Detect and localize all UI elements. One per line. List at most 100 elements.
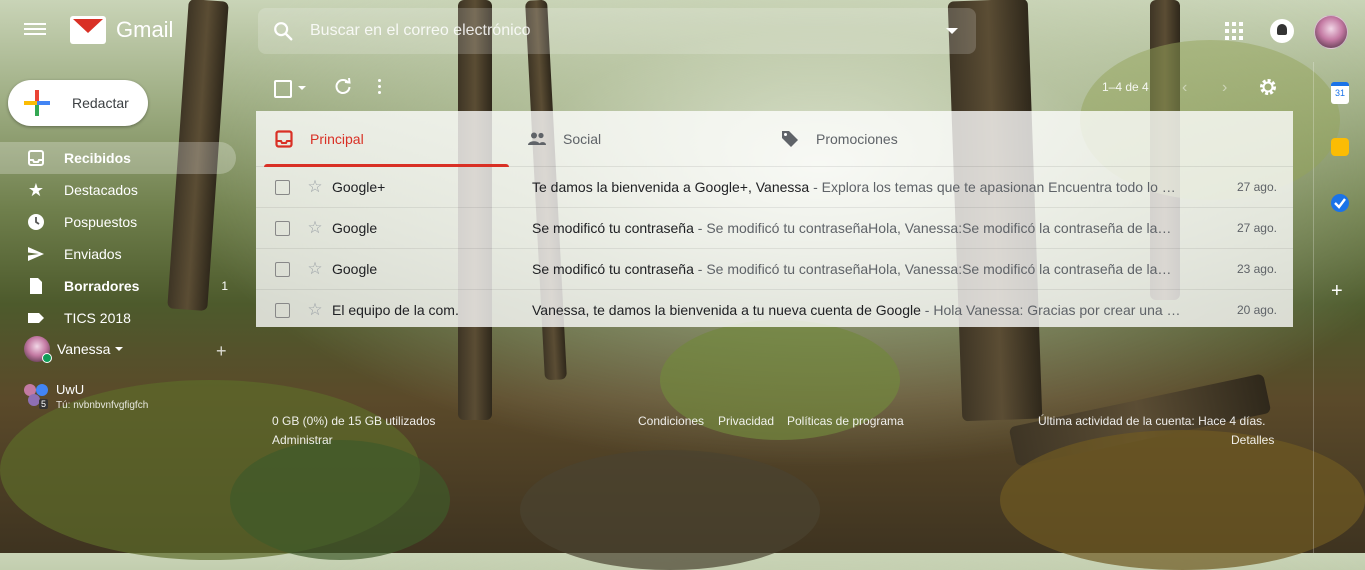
- mail-toolbar: 1–4 de 4 ‹ ›: [256, 70, 1293, 106]
- newer-chevron-right-icon[interactable]: ›: [1222, 79, 1227, 97]
- older-chevron-left-icon[interactable]: ‹: [1182, 79, 1187, 97]
- conversation-last-message: Tú: nvbnbvnfvgfigfch: [56, 400, 149, 411]
- email-date: 27 ago.: [1236, 180, 1277, 194]
- pagination-range: 1–4 de 4: [1102, 80, 1149, 94]
- email-checkbox[interactable]: [275, 179, 290, 195]
- search-icon[interactable]: [272, 20, 294, 42]
- inbox-tab-icon: [274, 129, 294, 149]
- email-sender: Google: [332, 220, 378, 236]
- storage-usage: 0 GB (0%) de 15 GB utilizados: [272, 414, 436, 428]
- email-snippet: - Hola Vanessa: Gracias por crear una …: [920, 302, 1181, 318]
- sidebar-item-label: TICS 2018: [64, 310, 131, 326]
- email-date: 23 ago.: [1236, 262, 1277, 276]
- sidebar-item-label: Recibidos: [64, 150, 131, 166]
- star-icon[interactable]: ☆: [306, 178, 324, 196]
- email-row[interactable]: ☆ Google Se modificó tu contraseña - Se …: [256, 249, 1293, 290]
- email-row[interactable]: ☆ Google Se modificó tu contraseña - Se …: [256, 208, 1293, 249]
- tab-principal[interactable]: Principal: [256, 111, 509, 167]
- email-subject: Te damos la bienvenida a Google+, Vaness…: [532, 179, 810, 195]
- send-icon: [27, 245, 45, 263]
- sidebar-item-label: Pospuestos: [64, 214, 138, 230]
- group-member-count: 5: [39, 399, 49, 409]
- search-options-chevron-down-icon[interactable]: [946, 28, 958, 34]
- hangouts-user-name: Vanessa: [57, 341, 111, 357]
- hangouts-conversation[interactable]: 5 UwU Tú: nvbnbvnfvgfigfch: [24, 382, 148, 411]
- star-icon[interactable]: ☆: [306, 301, 324, 319]
- email-checkbox[interactable]: [275, 220, 290, 236]
- label-icon: [27, 309, 45, 327]
- calendar-day: 31: [1334, 88, 1345, 98]
- sidebar-item-drafts[interactable]: Borradores 1: [0, 270, 248, 302]
- get-addons-plus-icon[interactable]: +: [1331, 280, 1343, 303]
- program-policies-link[interactable]: Políticas de programa: [787, 414, 904, 428]
- select-all-checkbox[interactable]: [274, 80, 292, 98]
- tab-promociones[interactable]: Promociones: [762, 111, 1015, 166]
- sidebar-item-inbox[interactable]: Recibidos: [0, 142, 236, 174]
- hangouts-panel: Vanessa + 5 UwU Tú: nvbnbvnfvgfigfch: [0, 330, 248, 411]
- email-date: 27 ago.: [1236, 221, 1277, 235]
- sidebar-nav: Recibidos ★ Destacados Pospuestos Enviad…: [0, 142, 248, 334]
- group-avatars: 5: [24, 382, 50, 409]
- account-avatar[interactable]: [1314, 15, 1348, 49]
- sidebar-item-label: Destacados: [64, 182, 138, 198]
- draft-icon: [27, 277, 45, 295]
- tab-social[interactable]: Social: [509, 111, 762, 166]
- hangouts-user[interactable]: Vanessa: [0, 330, 248, 368]
- calendar-icon[interactable]: 31: [1331, 82, 1349, 104]
- email-sender: Google: [332, 261, 378, 277]
- gear-icon[interactable]: [1258, 77, 1278, 97]
- terms-link[interactable]: Condiciones: [638, 414, 704, 428]
- email-date: 20 ago.: [1236, 303, 1277, 317]
- star-icon[interactable]: ☆: [306, 219, 324, 237]
- clock-icon: [27, 213, 45, 231]
- conversation-name: UwU: [56, 382, 85, 397]
- tasks-icon[interactable]: [1331, 194, 1349, 212]
- hangouts-avatar: [24, 336, 52, 363]
- tab-label: Promociones: [816, 130, 898, 147]
- star-icon: ★: [27, 179, 45, 200]
- compose-button[interactable]: Redactar: [8, 80, 148, 126]
- email-row[interactable]: ☆ El equipo de la com. Vanessa, te damos…: [256, 290, 1293, 330]
- sidebar-item-label: Borradores: [64, 278, 140, 294]
- gmail-logo[interactable]: Gmail: [70, 16, 173, 44]
- compose-plus-icon: [24, 90, 50, 116]
- search-bar[interactable]: [258, 8, 976, 54]
- email-subject: Se modificó tu contraseña: [532, 261, 694, 277]
- more-options-icon[interactable]: [378, 79, 382, 97]
- gmail-m-icon: [70, 16, 106, 44]
- tab-label: Social: [563, 130, 602, 147]
- email-sender: Google+: [332, 179, 386, 195]
- search-input[interactable]: [308, 21, 912, 41]
- sidebar-item-sent[interactable]: Enviados: [0, 238, 248, 270]
- tab-label: Principal: [310, 130, 364, 147]
- main-menu-icon[interactable]: [24, 20, 46, 42]
- privacy-link[interactable]: Privacidad: [718, 414, 774, 428]
- sidebar-item-snoozed[interactable]: Pospuestos: [0, 206, 248, 238]
- email-content: Se modificó tu contraseña - Se modificó …: [532, 220, 1192, 236]
- select-options-chevron-down-icon[interactable]: [298, 86, 306, 90]
- refresh-icon[interactable]: [334, 78, 352, 96]
- email-snippet: - Explora los temas que te apasionan Enc…: [809, 179, 1176, 195]
- sidebar-item-label: Enviados: [64, 246, 122, 262]
- inbox-icon: [27, 149, 45, 167]
- tag-icon: [780, 129, 800, 149]
- email-row[interactable]: ☆ Google+ Te damos la bienvenida a Googl…: [256, 167, 1293, 208]
- app-name: Gmail: [116, 17, 174, 42]
- side-panel-divider: [1313, 62, 1314, 553]
- email-list: ☆ Google+ Te damos la bienvenida a Googl…: [256, 167, 1293, 330]
- drafts-count: 1: [221, 279, 228, 293]
- star-icon[interactable]: ☆: [306, 260, 324, 278]
- email-subject: Se modificó tu contraseña: [532, 220, 694, 236]
- sidebar-item-starred[interactable]: ★ Destacados: [0, 174, 248, 206]
- google-apps-icon[interactable]: [1225, 22, 1243, 40]
- activity-details-link[interactable]: Detalles: [1231, 433, 1274, 447]
- manage-storage-link[interactable]: Administrar: [272, 433, 333, 447]
- keep-icon[interactable]: [1331, 138, 1349, 156]
- chevron-down-icon: [115, 347, 124, 351]
- email-checkbox[interactable]: [275, 261, 290, 277]
- notifications-bell-icon[interactable]: [1270, 19, 1294, 43]
- email-checkbox[interactable]: [275, 302, 290, 318]
- email-content: Vanessa, te damos la bienvenida a tu nue…: [532, 302, 1192, 318]
- email-sender: El equipo de la com.: [332, 302, 459, 318]
- new-conversation-plus-icon[interactable]: +: [216, 341, 227, 362]
